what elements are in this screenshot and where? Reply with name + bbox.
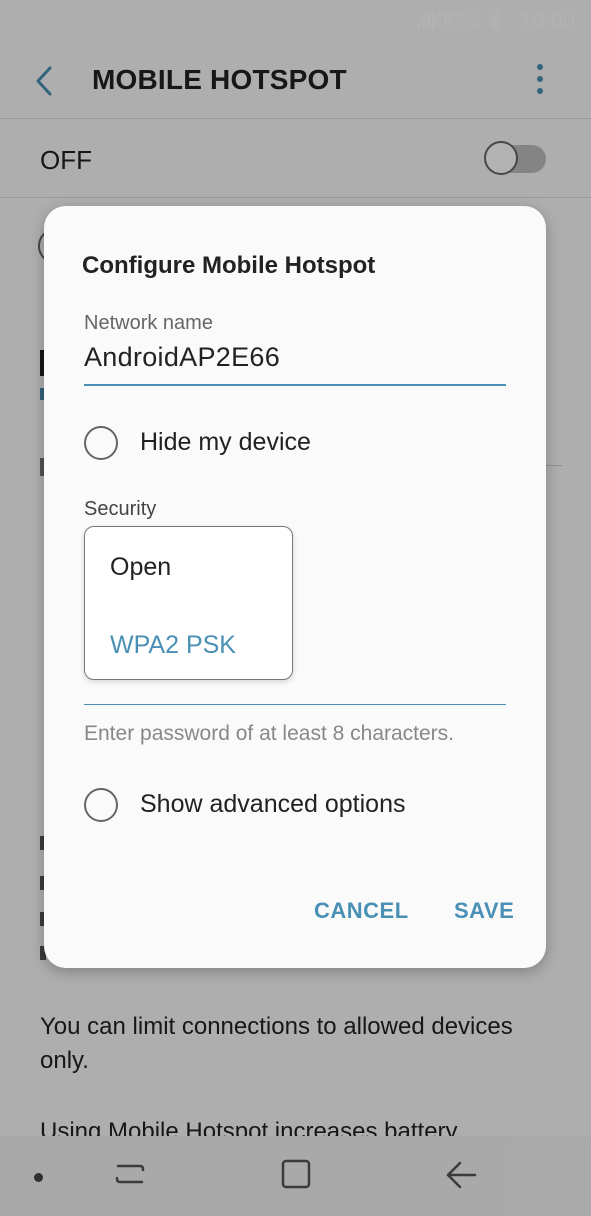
network-name-label: Network name — [84, 312, 213, 334]
password-underline — [84, 704, 506, 705]
password-hint: Enter password of at least 8 characters. — [84, 722, 455, 745]
dialog-title: Configure Mobile Hotspot — [82, 252, 376, 279]
hide-device-label[interactable]: Hide my device — [140, 428, 311, 457]
network-name-input[interactable]: AndroidAP2E66 — [84, 342, 280, 373]
save-button[interactable]: SAVE — [454, 898, 514, 924]
security-label: Security — [84, 498, 157, 520]
hide-device-radio[interactable] — [84, 426, 118, 460]
security-option-wpa2-psk[interactable]: WPA2 PSK — [110, 631, 236, 660]
advanced-options-radio[interactable] — [84, 788, 118, 822]
security-option-open[interactable]: Open — [110, 553, 171, 582]
cancel-button[interactable]: CANCEL — [314, 898, 409, 924]
network-name-underline — [84, 384, 506, 386]
security-dropdown-popup: Open WPA2 PSK — [84, 526, 293, 680]
advanced-options-label[interactable]: Show advanced options — [140, 790, 405, 819]
